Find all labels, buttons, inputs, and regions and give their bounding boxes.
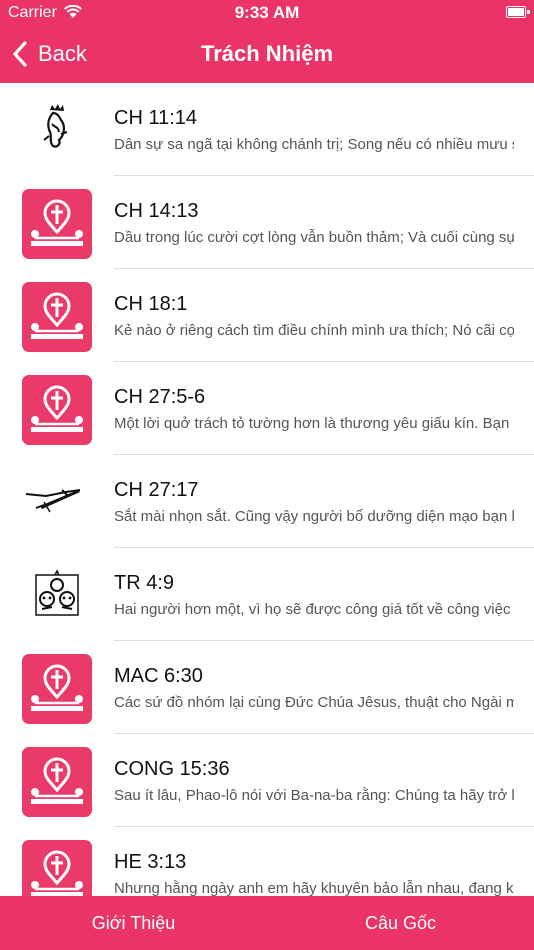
thumbnail <box>22 96 92 166</box>
list-item[interactable]: CH 18:1 Kẻ nào ở riêng cách tìm điều chí… <box>0 269 534 362</box>
verse-reference: HE 3:13 <box>114 851 187 873</box>
cross-badge-icon <box>22 189 92 259</box>
status-bar: Carrier 9:33 AM <box>0 0 534 28</box>
three-faces-sketch-icon <box>35 569 79 616</box>
bottom-tab-bar: Giới Thiệu Câu Gốc <box>0 896 534 950</box>
battery-icon <box>506 6 530 18</box>
cross-badge-icon <box>22 840 92 896</box>
list-item[interactable]: TR 4:9 Hai người hơn một, vì họ sẽ được … <box>0 548 534 641</box>
list-item[interactable]: MAC 6:30 Các sứ đồ nhóm lại cùng Đức Chú… <box>0 641 534 734</box>
thumbnail <box>22 468 92 538</box>
crowned-figure-sketch-icon <box>43 104 68 148</box>
list-item[interactable]: CH 14:13 Dầu trong lúc cười cợt lòng vẫn… <box>0 176 534 269</box>
verse-snippet: Sau ít lâu, Phao-lô nói với Ba-na-ba rằn… <box>114 787 514 804</box>
verse-reference: CH 11:14 <box>114 107 198 129</box>
verse-list[interactable]: CH 11:14 Dân sự sa ngã tại không chánh t… <box>0 83 534 896</box>
cross-badge-icon <box>22 375 92 445</box>
thumbnail <box>22 654 92 724</box>
verse-snippet: Kẻ nào ở riêng cách tìm điều chính mình … <box>114 322 514 339</box>
verse-reference: CH 14:13 <box>114 200 199 222</box>
navigation-bar: Back Trách Nhiệm <box>0 28 534 83</box>
status-time: 9:33 AM <box>234 3 300 22</box>
verse-reference: CH 27:17 <box>114 479 199 501</box>
cross-badge-icon <box>22 747 92 817</box>
thumbnail <box>22 747 92 817</box>
list-item[interactable]: CH 11:14 Dân sự sa ngã tại không chánh t… <box>0 83 534 176</box>
iron-blades-sketch-icon <box>25 489 81 513</box>
thumbnail <box>22 840 92 896</box>
list-item[interactable]: CH 27:5-6 Một lời quở trách tỏ tường hơn… <box>0 362 534 455</box>
list-item[interactable]: HE 3:13 Nhưng hằng ngày anh em hãy khuyê… <box>0 827 534 896</box>
verse-snippet: Sắt mài nhọn sắt. Cũng vậy người bổ dưỡn… <box>114 508 514 525</box>
cross-badge-icon <box>22 282 92 352</box>
list-item[interactable]: CONG 15:36 Sau ít lâu, Phao-lô nói với B… <box>0 734 534 827</box>
thumbnail <box>22 282 92 352</box>
cross-badge-icon <box>22 654 92 724</box>
tab-key-verse[interactable]: Câu Gốc <box>267 896 534 950</box>
page-title: Trách Nhiệm <box>200 41 334 66</box>
verse-reference: TR 4:9 <box>114 572 175 594</box>
verse-reference: CH 27:5-6 <box>114 386 206 408</box>
verse-snippet: Dân sự sa ngã tại không chánh trị; Song … <box>114 136 514 153</box>
list-item[interactable]: CH 27:17 Sắt mài nhọn sắt. Cũng vậy ngườ… <box>0 455 534 548</box>
tab-introduction[interactable]: Giới Thiệu <box>0 896 267 950</box>
thumbnail <box>22 375 92 445</box>
thumbnail <box>22 561 92 631</box>
verse-snippet: Một lời quở trách tỏ tường hơn là thương… <box>114 415 514 432</box>
thumbnail <box>22 189 92 259</box>
verse-snippet: Hai người hơn một, vì họ sẽ được công gi… <box>114 601 514 618</box>
verse-reference: CONG 15:36 <box>114 758 230 780</box>
verse-reference: MAC 6:30 <box>114 665 203 687</box>
verse-reference: CH 18:1 <box>114 293 188 315</box>
verse-snippet: Dầu trong lúc cười cợt lòng vẫn buồn thả… <box>114 229 514 246</box>
verse-snippet: Các sứ đồ nhóm lại cùng Đức Chúa Jêsus, … <box>114 694 514 711</box>
verse-snippet: Nhưng hằng ngày anh em hãy khuyên bảo lẫ… <box>114 880 514 896</box>
